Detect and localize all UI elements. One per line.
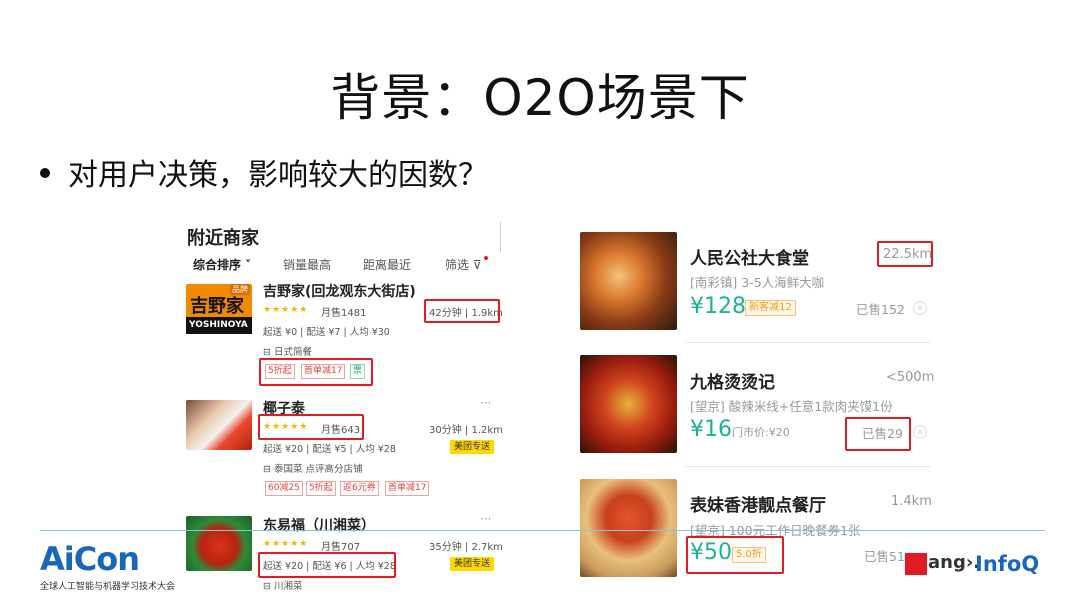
deal-price: ¥128: [690, 294, 746, 319]
delivery-time-distance: 35分钟 | 2.7km: [429, 542, 503, 553]
category: ⊟ 川湘菜: [263, 581, 303, 592]
deal-name[interactable]: 表妹香港靓点餐厅: [690, 491, 826, 516]
shop-logo-yoshinoya[interactable]: 品牌 吉野家 YOSHINOYA: [186, 284, 252, 334]
distance: <500m: [886, 370, 935, 385]
highlight-box: [845, 417, 911, 451]
shop-name[interactable]: 东易福（川湘菜）: [263, 515, 375, 535]
delivery-badge: 美团专送: [450, 440, 495, 454]
infoq-logo: InfoQ: [975, 552, 1040, 576]
bullet-point: 对用户决策，影响较大的因数？: [40, 150, 488, 194]
header-divider: [500, 222, 501, 252]
deal-name[interactable]: 九格烫烫记: [690, 368, 775, 393]
footer-divider: [40, 530, 1045, 531]
sold-count: 已售152: [856, 302, 905, 317]
deal-name[interactable]: 人民公社大食堂: [690, 244, 809, 269]
promo-tag: 5折起: [306, 481, 336, 496]
monthly-sales: 月售1481: [321, 308, 367, 319]
star-rating-icon: ★★★★★: [263, 305, 309, 315]
deal-price: ¥16: [690, 417, 732, 442]
highlight-box: [877, 241, 933, 267]
more-icon[interactable]: ···: [480, 512, 491, 526]
deal-image[interactable]: [580, 479, 677, 577]
sort-tab-sales[interactable]: 销量最高: [283, 256, 331, 273]
aicon-subtitle: 全球人工智能与机器学习技术大会: [40, 582, 176, 592]
highlight-box: [424, 299, 500, 323]
highlight-box: [258, 552, 396, 578]
fees: 起送 ¥20 | 配送 ¥5 | 人均 ¥28: [263, 444, 396, 455]
aicon-logo: AiCon: [40, 540, 140, 578]
delivery-time-distance: 30分钟 | 1.2km: [429, 425, 503, 436]
divider: [685, 342, 930, 343]
shop-image[interactable]: [186, 516, 252, 571]
filter-dot-icon: [484, 256, 488, 260]
logo-subtext: YOSHINOYA: [189, 320, 248, 330]
bullet-dot-icon: [40, 167, 50, 178]
promo-tag: 返6元券: [340, 481, 379, 496]
close-icon[interactable]: ×: [913, 425, 927, 439]
highlight-box: [686, 536, 784, 574]
filter-button[interactable]: 筛选 ⊽: [445, 256, 482, 273]
highlight-box: [259, 358, 373, 386]
sort-tab-comprehensive[interactable]: 综合排序 ˅: [193, 256, 251, 273]
divider: [685, 466, 930, 467]
geekbang-logo-icon: [905, 553, 927, 575]
deal-image[interactable]: [580, 355, 677, 453]
category: ⊟ 泰国菜 点评高分店铺: [263, 464, 363, 475]
shop-name[interactable]: 吉野家(回龙观东大街店): [263, 281, 416, 301]
promo-tag: 60减25: [265, 481, 303, 496]
fees: 起送 ¥0 | 配送 ¥7 | 人均 ¥30: [263, 327, 390, 338]
distance: 1.4km: [891, 494, 932, 509]
deal-subtitle: [望京] 酸辣米线+任意1款肉夹馍1份: [690, 399, 893, 414]
deal-image[interactable]: [580, 232, 677, 330]
highlight-box: [258, 414, 364, 440]
sort-tab-distance[interactable]: 距离最近: [363, 256, 411, 273]
logo-text: 吉野家: [190, 296, 244, 317]
delivery-badge: 美团专送: [450, 557, 495, 571]
close-icon[interactable]: ×: [913, 301, 927, 315]
promo-tag: 首单减17: [385, 481, 430, 496]
category: ⊟ 日式简餐: [263, 347, 312, 358]
deal-subtitle: [南彩镇] 3-5人海鲜大咖: [690, 275, 825, 290]
more-icon[interactable]: ···: [480, 396, 491, 410]
geekbang-logo-text: ang›.: [928, 552, 981, 573]
star-rating-icon: ★★★★★: [263, 539, 309, 549]
original-price: 门市价:¥20: [732, 426, 790, 439]
bullet-text: 对用户决策，影响较大的因数？: [68, 158, 488, 193]
new-customer-tag: 新客减12: [745, 300, 796, 316]
shop-image[interactable]: [186, 400, 252, 450]
sold-count: 已售51: [864, 549, 905, 564]
slide-title: 背景：O2O场景下: [330, 69, 750, 127]
monthly-sales: 月售707: [321, 542, 361, 553]
nearby-merchants-header: 附近商家: [187, 228, 259, 249]
